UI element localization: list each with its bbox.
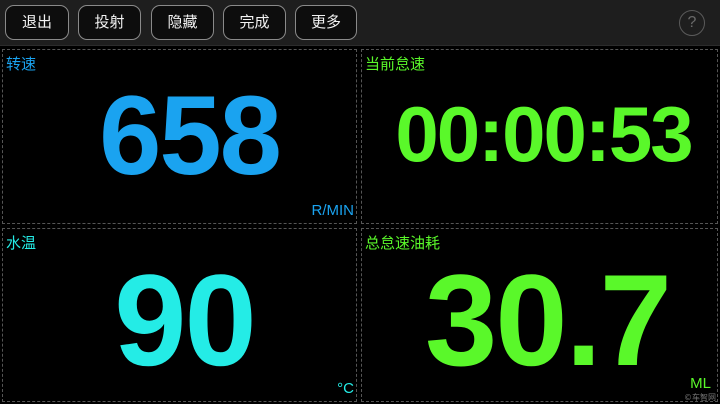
water-temp-unit: °C	[337, 380, 354, 397]
watermark: ©车智网	[684, 393, 716, 402]
idle-fuel-unit: ML	[690, 375, 711, 392]
rpm-value: 658	[99, 73, 282, 198]
hide-button[interactable]: 隐藏	[151, 5, 214, 40]
more-button[interactable]: 更多	[295, 5, 357, 40]
idle-time-label: 当前怠速	[365, 55, 426, 73]
rpm-panel: 转速 658 R/MIN	[2, 49, 357, 224]
rpm-unit: R/MIN	[311, 202, 355, 219]
water-temp-panel: 水温 90 °C	[2, 228, 357, 402]
done-button[interactable]: 完成	[223, 5, 286, 40]
water-temp-value: 90	[114, 247, 257, 393]
idle-fuel-value: 30.7	[424, 247, 672, 393]
idle-fuel-panel: 总怠速油耗 30.7 ML	[361, 228, 718, 402]
idle-time-panel: 当前怠速 00:00:53	[361, 49, 718, 224]
exit-button[interactable]: 退出	[5, 5, 69, 40]
help-icon[interactable]: ?	[679, 10, 705, 36]
cast-button[interactable]: 投射	[78, 5, 141, 40]
idle-time-value: 00:00:53	[395, 90, 693, 178]
top-toolbar: 退出 投射 隐藏 完成 更多 ?	[0, 0, 720, 46]
